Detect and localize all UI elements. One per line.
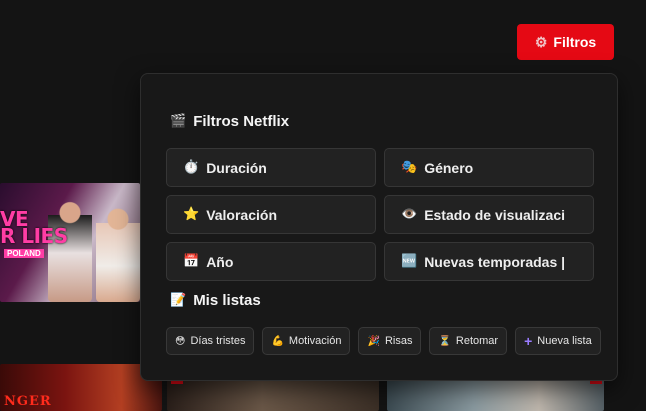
new-list-button[interactable]: + Nueva lista — [515, 327, 601, 355]
memo-icon: 📝 — [170, 293, 187, 308]
filter-watch-status[interactable]: 👁️ Estado de visualizaci — [384, 195, 594, 234]
filter-label: Estado de visualizaci — [424, 206, 566, 223]
thumbnail-love-never-lies[interactable]: VE R LIES POLAND — [0, 183, 140, 302]
plus-icon: + — [524, 333, 533, 349]
filter-year[interactable]: 📅 Año — [166, 242, 376, 281]
list-chip-motivation[interactable]: 💪 Motivación — [262, 327, 351, 355]
list-chip-resume[interactable]: ⏳ Retomar — [429, 327, 508, 355]
thumbnail-subtitle: POLAND — [4, 249, 44, 258]
eye-icon: 👁️ — [401, 207, 418, 222]
filter-label: Duración — [206, 159, 267, 176]
my-lists-title-text: Mis listas — [193, 292, 261, 309]
thumbnail-title: NGER — [4, 394, 52, 409]
filter-rating[interactable]: ⭐ Valoración — [166, 195, 376, 234]
list-chip-label: Risas — [384, 335, 413, 347]
filters-button[interactable]: ⚙ Filtros — [517, 24, 614, 60]
thumbnail-figure — [96, 201, 140, 302]
hourglass-icon: ⏳ — [438, 335, 451, 347]
filter-label: Género — [424, 159, 474, 176]
list-chip-label: Días tristes — [190, 335, 246, 347]
filter-label: Nuevas temporadas | — [424, 253, 566, 270]
star-icon: ⭐ — [183, 207, 200, 222]
clapperboard-icon: 🎬 — [170, 114, 187, 129]
stopwatch-icon: ⏱️ — [183, 160, 200, 175]
thumbnail-title: VE R LIES — [0, 207, 68, 248]
filter-label: Año — [206, 253, 234, 270]
flexed-biceps-icon: 💪 — [271, 335, 284, 347]
theater-masks-icon: 🎭 — [401, 160, 418, 175]
calendar-icon: 📅 — [183, 254, 200, 269]
thumbnail-stranger-things[interactable]: NGER — [0, 364, 162, 411]
list-chip-label: Nueva lista — [537, 335, 592, 347]
party-popper-icon: 🎉 — [367, 335, 380, 347]
filter-new-seasons[interactable]: 🆕 Nuevas temporadas | — [384, 242, 594, 281]
filter-label: Valoración — [206, 206, 277, 223]
filter-duration[interactable]: ⏱️ Duración — [166, 148, 376, 187]
gear-icon: ⚙ — [534, 33, 548, 50]
my-lists-chips: 😳 Días tristes 💪 Motivación 🎉 Risas ⏳ Re… — [166, 327, 601, 355]
filter-genre[interactable]: 🎭 Género — [384, 148, 594, 187]
list-chip-sad-days[interactable]: 😳 Días tristes — [166, 327, 255, 355]
my-lists-title: 📝 Mis listas — [170, 292, 261, 309]
list-chip-laughs[interactable]: 🎉 Risas — [358, 327, 422, 355]
list-chip-label: Motivación — [288, 335, 342, 347]
panel-title-text: Filtros Netflix — [193, 113, 290, 130]
flushed-face-icon: 😳 — [175, 335, 186, 347]
thumbnail-horror-title[interactable] — [167, 380, 379, 411]
filters-button-label: Filtros — [553, 34, 597, 50]
list-chip-label: Retomar — [455, 335, 499, 347]
panel-title: 🎬 Filtros Netflix — [170, 113, 289, 130]
new-badge-icon: 🆕 — [401, 254, 418, 269]
filters-dropdown-panel: 🎬 Filtros Netflix ⏱️ Duración 🎭 Género ⭐… — [140, 73, 618, 381]
